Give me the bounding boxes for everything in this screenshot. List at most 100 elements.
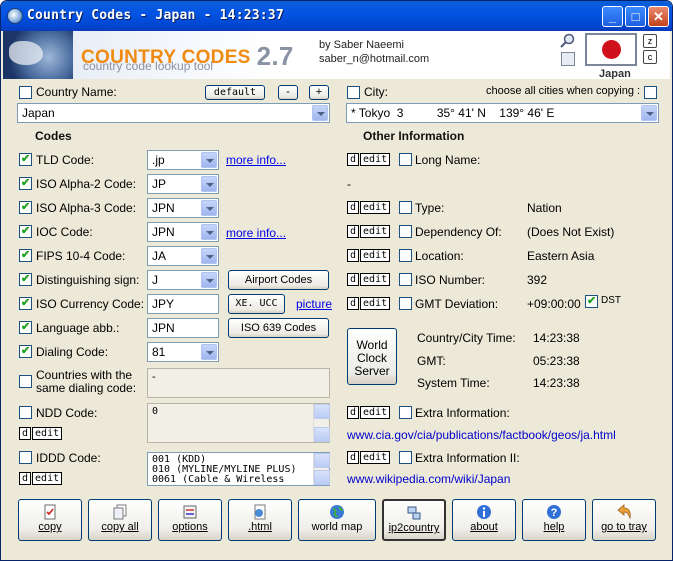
- extra-info-link[interactable]: www.cia.gov/cia/publications/factbook/ge…: [347, 428, 616, 442]
- iddd-checkbox[interactable]: [19, 451, 32, 464]
- location-label: Location:: [415, 249, 464, 263]
- airport-codes-button[interactable]: Airport Codes: [228, 270, 329, 290]
- app-header: COUNTRY CODES 2.7 country code lookup too…: [3, 31, 670, 79]
- location-dedit[interactable]: d edit: [347, 249, 391, 263]
- dist-sign-checkbox[interactable]: [19, 272, 32, 286]
- search-icon[interactable]: [559, 33, 575, 49]
- alpha3-checkbox[interactable]: [19, 200, 32, 214]
- chevron-down-icon: [312, 105, 328, 121]
- country-time-value: 14:23:38: [533, 331, 580, 345]
- help-icon: ?: [547, 505, 561, 519]
- city-select[interactable]: * Tokyo 3 35° 41' N 139° 46' E: [346, 103, 659, 123]
- c-button[interactable]: c: [643, 50, 657, 64]
- currency-checkbox[interactable]: [19, 296, 32, 310]
- xe-ucc-button[interactable]: XE. UCC: [228, 294, 285, 314]
- iso-number-dedit[interactable]: d edit: [347, 273, 391, 287]
- ioc-more-info-link[interactable]: more info...: [226, 226, 286, 240]
- info-icon: [477, 505, 491, 519]
- ioc-checkbox[interactable]: [19, 224, 32, 238]
- gmt-time-label: GMT:: [417, 354, 446, 368]
- copy-flag-icon[interactable]: [561, 52, 575, 66]
- all-cities-checkbox[interactable]: [644, 86, 657, 99]
- language-label: Language abb.:: [36, 321, 120, 335]
- city-checkbox[interactable]: [347, 86, 360, 99]
- z-button[interactable]: z: [643, 34, 657, 48]
- tld-select[interactable]: .jp: [147, 150, 219, 170]
- ndd-d-button: d: [19, 427, 32, 440]
- tld-more-info-link[interactable]: more info...: [226, 153, 286, 167]
- tld-checkbox[interactable]: [19, 152, 32, 166]
- world-map-button[interactable]: world map: [298, 499, 376, 541]
- world-clock-server-button[interactable]: World Clock Server: [347, 328, 397, 385]
- language-checkbox[interactable]: [19, 320, 32, 334]
- chevron-down-icon: [641, 105, 657, 121]
- dist-sign-select[interactable]: J: [147, 270, 219, 290]
- chevron-down-icon: [201, 224, 217, 240]
- same-dialing-checkbox[interactable]: [19, 375, 32, 388]
- same-dialing-field[interactable]: -: [147, 368, 330, 398]
- gmt-dedit[interactable]: d edit: [347, 297, 391, 311]
- type-checkbox[interactable]: [399, 201, 412, 214]
- dialing-checkbox[interactable]: [19, 344, 32, 358]
- long-name-checkbox[interactable]: [399, 153, 412, 166]
- go-to-tray-button[interactable]: go to tray: [592, 499, 656, 541]
- app-version: 2.7: [256, 41, 294, 71]
- help-button[interactable]: ? help: [522, 499, 586, 541]
- default-button[interactable]: default: [205, 85, 265, 100]
- flag-country-name: Japan: [599, 68, 631, 79]
- fips-label: FIPS 10-4 Code:: [36, 249, 126, 263]
- copy-button[interactable]: copy: [18, 499, 82, 541]
- about-button[interactable]: about: [452, 499, 516, 541]
- options-button[interactable]: options: [158, 499, 222, 541]
- minimize-button[interactable]: _: [602, 6, 623, 27]
- gmt-checkbox[interactable]: [399, 297, 412, 310]
- copy-all-button[interactable]: copy all: [88, 499, 152, 541]
- fips-select[interactable]: JA: [147, 246, 219, 266]
- author-info: by Saber Naeemi saber_n@hotmail.com: [319, 39, 430, 65]
- iddd-scrollbar: [313, 453, 330, 485]
- html-button[interactable]: .html: [228, 499, 292, 541]
- tray-arrow-icon: [617, 504, 631, 520]
- ip2country-button[interactable]: ip2country: [382, 499, 446, 541]
- iddd-field[interactable]: 001 (KDD) 010 (MYLINE/MYLINE PLUS) 0061 (C…: [147, 452, 330, 486]
- iso-number-checkbox[interactable]: [399, 273, 412, 286]
- close-button[interactable]: ✕: [648, 6, 669, 27]
- alpha2-label: ISO Alpha-2 Code:: [36, 177, 137, 191]
- location-checkbox[interactable]: [399, 249, 412, 262]
- iso-639-codes-button[interactable]: ISO 639 Codes: [228, 318, 329, 338]
- ndd-checkbox[interactable]: [19, 406, 32, 419]
- extra-info2-checkbox[interactable]: [399, 451, 412, 464]
- dst-checkbox[interactable]: [585, 294, 598, 308]
- language-field[interactable]: JPN: [147, 318, 219, 338]
- dialing-select[interactable]: 81: [147, 342, 219, 362]
- codes-section-title: Codes: [35, 129, 72, 143]
- type-dedit[interactable]: d edit: [347, 201, 391, 215]
- dependency-checkbox[interactable]: [399, 225, 412, 238]
- ndd-field[interactable]: 0: [147, 403, 330, 443]
- currency-field[interactable]: JPY: [147, 294, 219, 314]
- dependency-dedit[interactable]: d edit: [347, 225, 391, 239]
- ioc-select[interactable]: JPN: [147, 222, 219, 242]
- fips-checkbox[interactable]: [19, 248, 32, 262]
- title-bar[interactable]: Country Codes - Japan - 14:23:37 _ □ ✕: [1, 1, 672, 31]
- iso-number-label: ISO Number:: [415, 273, 486, 287]
- dialing-label: Dialing Code:: [36, 345, 109, 359]
- plus-button[interactable]: +: [309, 85, 329, 100]
- minus-button[interactable]: -: [278, 85, 298, 100]
- alpha2-select[interactable]: JP: [147, 174, 219, 194]
- extra-info-checkbox[interactable]: [399, 406, 412, 419]
- gmt-deviation-label: GMT Deviation:: [415, 297, 499, 311]
- alpha3-select[interactable]: JPN: [147, 198, 219, 218]
- country-select[interactable]: Japan: [17, 103, 330, 123]
- chevron-down-icon: [201, 176, 217, 192]
- iddd-dedit[interactable]: d edit: [19, 472, 63, 486]
- extra-info2-link[interactable]: www.wikipedia.com/wiki/Japan: [347, 472, 510, 486]
- currency-picture-link[interactable]: picture: [296, 297, 332, 311]
- country-name-checkbox[interactable]: [19, 86, 32, 99]
- extra-info2-dedit[interactable]: d edit: [347, 451, 391, 465]
- extra-info-dedit[interactable]: d edit: [347, 406, 391, 420]
- alpha2-checkbox[interactable]: [19, 176, 32, 190]
- maximize-button[interactable]: □: [625, 6, 646, 27]
- ndd-dedit[interactable]: d edit: [19, 427, 63, 441]
- long-name-dedit[interactable]: d edit: [347, 153, 391, 167]
